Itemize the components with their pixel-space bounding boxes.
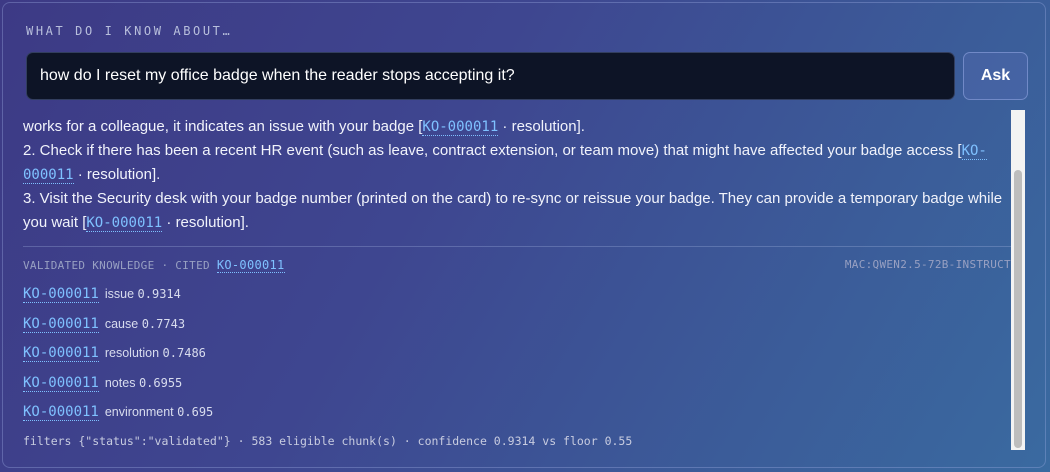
answer-text: works for a colleague, it indicates an i… [23,110,1011,235]
chunk-ref-link[interactable]: KO-000011 [23,315,99,333]
chunk-item: KO-000011 notes 0.6955 [23,374,183,392]
chunk-item: KO-000011 cause 0.7743 [23,315,186,333]
chunk-item: KO-000011 resolution 0.7486 [23,345,206,362]
model-label: MAC:QWEN2.5-72B-INSTRUCT [844,258,1011,271]
chunk-list: KO-000011 issue 0.9314 KO-000011 cause 0.7… [23,286,213,434]
scrollbar-thumb[interactable] [1014,170,1022,448]
chunk-ref-link[interactable]: KO-000011 [23,286,99,303]
chunk-item: KO-000011 environment 0.695 [23,404,214,421]
question-input[interactable] [26,52,955,100]
cited-ref-link[interactable]: KO-000011 [216,258,285,273]
results-area[interactable]: works for a colleague, it indicates an i… [23,110,1011,450]
knowledge-meta: VALIDATED KNOWLEDGE · CITED KO-000011 MA… [23,258,1011,273]
divider [23,246,1011,247]
chunk-ref-link[interactable]: KO-000011 [23,404,99,421]
ask-button[interactable]: Ask [963,52,1028,100]
chunk-ref-link[interactable]: KO-000011 [23,374,99,392]
meta-label: VALIDATED KNOWLEDGE · CITED [23,259,217,272]
citation-link[interactable]: KO-000011 [422,119,499,136]
answer-step-3: 3. Visit the Security desk with your bad… [23,190,1003,232]
scrollbar[interactable] [1011,110,1025,450]
chunk-ref-link[interactable]: KO-000011 [23,345,99,362]
answer-line-1: works for a colleague, it indicates an i… [23,118,585,136]
filters-summary: filters {"status":"validated"} · 583 eli… [23,434,633,448]
citation-link[interactable]: KO-000011 [86,215,163,232]
prompt-label: WHAT DO I KNOW ABOUT… [26,24,233,38]
answer-step-2: 2. Check if there has been a recent HR e… [23,142,987,184]
chunk-item: KO-000011 issue 0.9314 [23,286,181,303]
